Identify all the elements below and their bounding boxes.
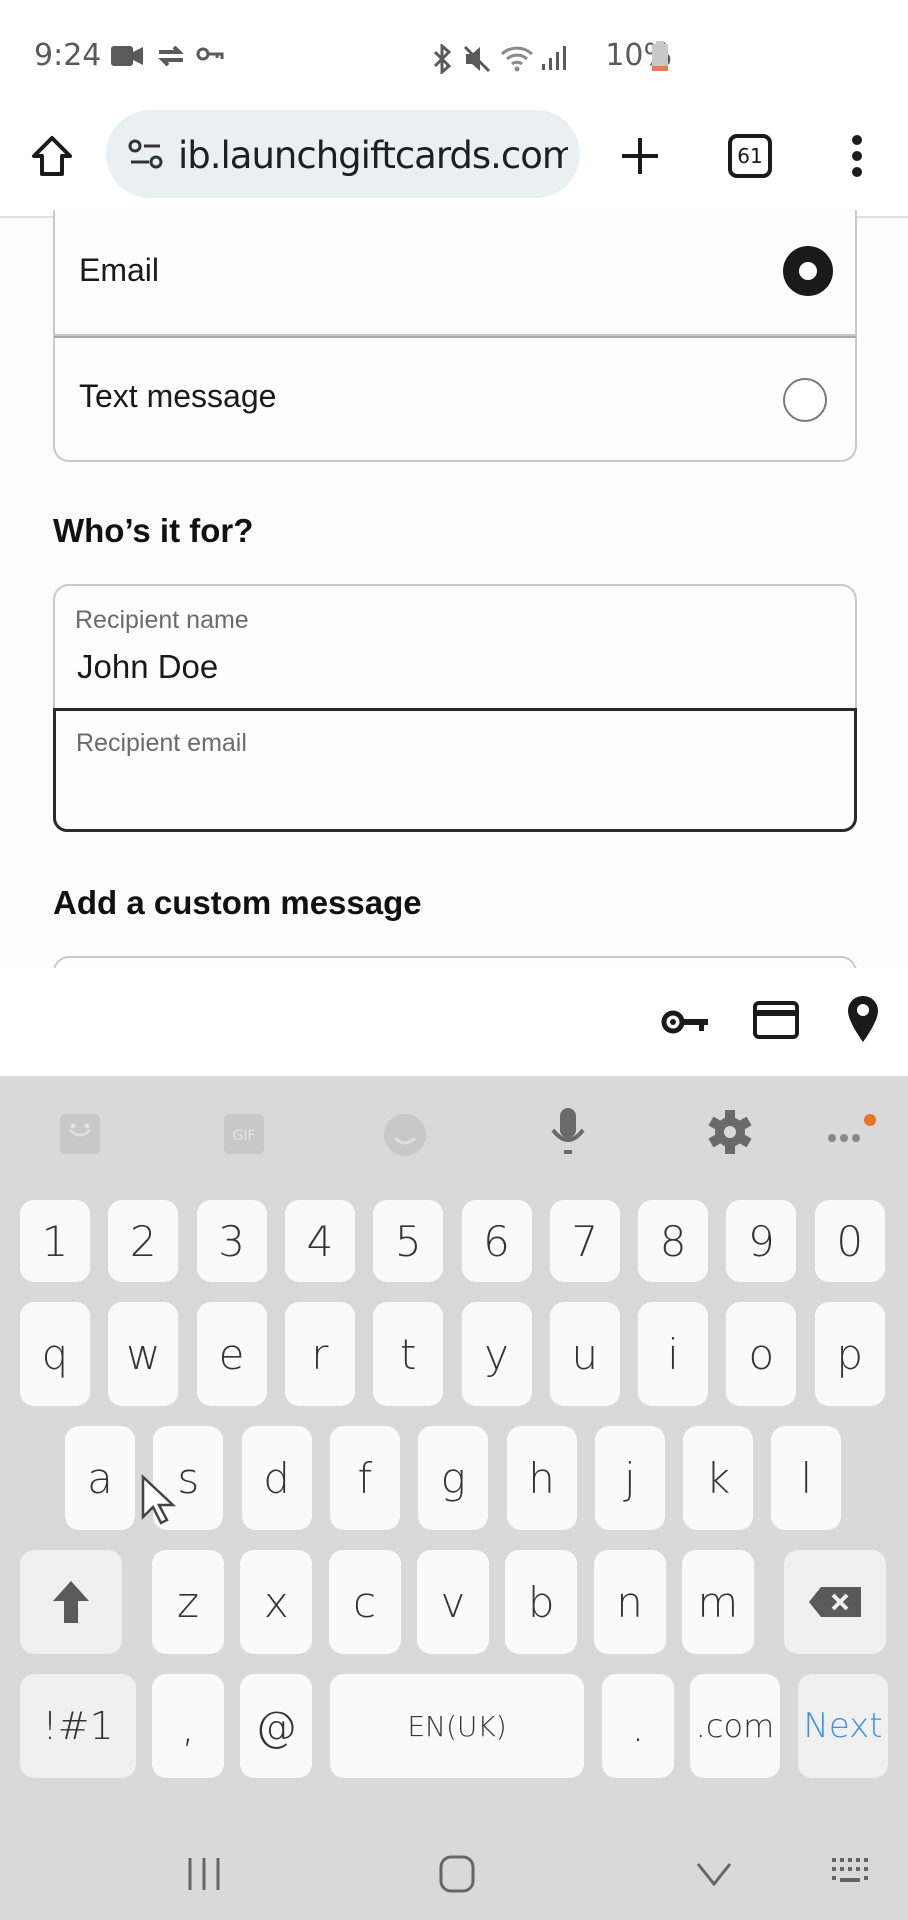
radio-unselected[interactable] [783, 378, 827, 422]
mute-icon [463, 45, 491, 73]
gif-icon[interactable]: GIF [222, 1112, 266, 1156]
key-icon[interactable] [660, 1004, 712, 1040]
url-bar[interactable]: ib.launchgiftcards.com [106, 110, 580, 198]
recents-icon[interactable] [186, 1856, 222, 1892]
key-o[interactable]: o [726, 1302, 797, 1406]
wifi-icon [500, 46, 534, 72]
key-i[interactable]: i [638, 1302, 709, 1406]
key-v[interactable]: v [416, 1550, 489, 1654]
recipient-email-field[interactable]: Recipient email [53, 708, 857, 832]
keyboard-switch-icon[interactable] [830, 1856, 874, 1890]
browser-toolbar: ib.launchgiftcards.com 61 [0, 110, 908, 218]
key-q[interactable]: q [20, 1302, 90, 1406]
key-1[interactable]: 1 [20, 1200, 90, 1282]
key-d[interactable]: d [241, 1426, 312, 1530]
url-text[interactable]: ib.launchgiftcards.com [178, 134, 568, 177]
key-m[interactable]: m [681, 1550, 754, 1654]
space-key[interactable]: EN(UK) [330, 1674, 584, 1778]
bluetooth-icon [433, 44, 452, 74]
key-a[interactable]: a [65, 1426, 135, 1530]
backspace-key[interactable] [784, 1550, 886, 1654]
sync-icon [158, 45, 184, 67]
key-9[interactable]: 9 [726, 1200, 797, 1282]
period-key[interactable]: . [602, 1674, 674, 1778]
radio-selected[interactable] [783, 246, 833, 296]
comma-key[interactable]: , [152, 1674, 224, 1778]
settings-icon[interactable] [706, 1108, 754, 1156]
key-z[interactable]: z [152, 1550, 224, 1654]
key-c[interactable]: c [328, 1550, 401, 1654]
recipient-name-field[interactable]: Recipient name John Doe [53, 584, 857, 710]
mouse-cursor [141, 1474, 176, 1525]
key-5[interactable]: 5 [373, 1200, 444, 1282]
more-menu-icon[interactable] [842, 132, 872, 180]
site-settings-icon[interactable] [128, 138, 164, 170]
key-p[interactable]: p [814, 1302, 885, 1406]
symbols-key[interactable]: !#1 [20, 1674, 136, 1778]
recipient-heading: Who’s it for? [53, 512, 254, 549]
dotcom-key[interactable]: .com [690, 1674, 780, 1778]
key-6[interactable]: 6 [461, 1200, 532, 1282]
signal-icon [542, 46, 566, 70]
shift-key[interactable] [20, 1550, 122, 1654]
tab-count: 61 [737, 144, 763, 168]
key-r[interactable]: r [284, 1302, 355, 1406]
credit-card-icon[interactable] [752, 1000, 800, 1040]
recipient-name-label: Recipient name [75, 606, 249, 634]
location-pin-icon[interactable] [846, 994, 880, 1044]
key-g[interactable]: g [418, 1426, 489, 1530]
more-icon[interactable] [826, 1112, 876, 1152]
delivery-option-text-message[interactable]: Text message [53, 336, 857, 462]
key-3[interactable]: 3 [196, 1200, 267, 1282]
hide-keyboard-icon[interactable] [694, 1860, 734, 1888]
at-key[interactable]: @ [240, 1674, 312, 1778]
keyboard: GIF 1234567890 qwertyuiop asdfghjkl zxcv… [0, 1076, 908, 1920]
custom-message-heading: Add a custom message [53, 884, 422, 921]
key-8[interactable]: 8 [638, 1200, 709, 1282]
home-button-icon[interactable] [438, 1854, 478, 1894]
key-0[interactable]: 0 [814, 1200, 885, 1282]
status-time: 9:24 [34, 38, 102, 73]
battery-low-icon [652, 41, 668, 71]
key-u[interactable]: u [549, 1302, 620, 1406]
emoji-icon[interactable] [382, 1112, 428, 1158]
svg-text:GIF: GIF [232, 1128, 255, 1144]
key-j[interactable]: j [594, 1426, 665, 1530]
recipient-email-label: Recipient email [76, 729, 247, 757]
key-w[interactable]: w [108, 1302, 179, 1406]
key-7[interactable]: 7 [549, 1200, 620, 1282]
backspace-icon [809, 1587, 861, 1617]
next-key[interactable]: Next [798, 1674, 888, 1778]
key-l[interactable]: l [771, 1426, 842, 1530]
key-x[interactable]: x [240, 1550, 313, 1654]
key-k[interactable]: k [683, 1426, 754, 1530]
option-label: Email [79, 252, 160, 288]
vpn-key-icon [196, 47, 224, 61]
key-b[interactable]: b [505, 1550, 578, 1654]
key-y[interactable]: y [461, 1302, 532, 1406]
tab-switcher-button[interactable]: 61 [728, 134, 772, 178]
key-4[interactable]: 4 [284, 1200, 355, 1282]
key-f[interactable]: f [329, 1426, 400, 1530]
status-bar: 9:24 10% [0, 0, 908, 110]
video-record-icon [111, 46, 143, 66]
recipient-name-value[interactable]: John Doe [77, 648, 218, 686]
autofill-bar [0, 968, 908, 1076]
delivery-option-email[interactable]: Email [53, 210, 857, 336]
key-e[interactable]: e [196, 1302, 267, 1406]
key-2[interactable]: 2 [108, 1200, 179, 1282]
key-h[interactable]: h [506, 1426, 577, 1530]
microphone-icon[interactable] [548, 1106, 588, 1162]
key-t[interactable]: t [373, 1302, 444, 1406]
option-label: Text message [79, 378, 277, 414]
new-tab-icon[interactable] [618, 134, 662, 178]
sticker-icon[interactable] [58, 1112, 102, 1156]
shift-arrow-icon [53, 1581, 89, 1623]
key-n[interactable]: n [593, 1550, 666, 1654]
home-icon[interactable] [30, 134, 74, 178]
